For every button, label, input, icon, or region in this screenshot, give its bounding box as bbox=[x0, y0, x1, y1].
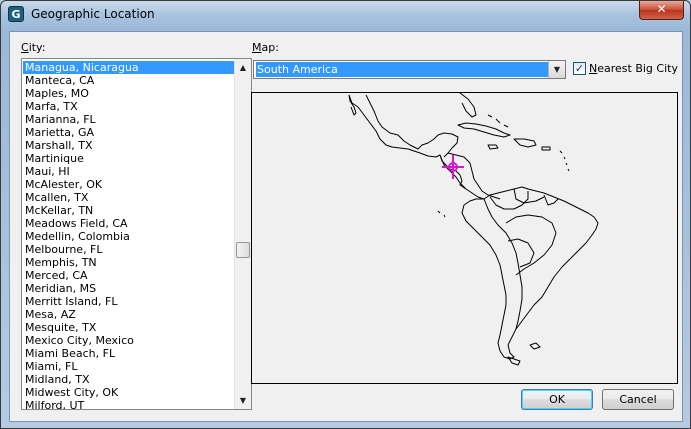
city-list-item[interactable]: Manteca, CA bbox=[23, 74, 235, 87]
lesser-antilles bbox=[559, 150, 570, 172]
city-list-item[interactable]: Midland, TX bbox=[23, 373, 235, 386]
nearest-big-city-label[interactable]: Nearest Big City bbox=[589, 62, 678, 75]
nearest-label-rest: earest Big City bbox=[597, 62, 678, 75]
puerto-rico-outline bbox=[541, 146, 551, 151]
dropdown-arrow-icon[interactable]: ▼ bbox=[548, 61, 565, 78]
city-list-item[interactable]: Meadows Field, CA bbox=[23, 217, 235, 230]
tierra-del-fuego bbox=[507, 356, 521, 366]
city-list-item[interactable]: Memphis, TN bbox=[23, 256, 235, 269]
city-list-item[interactable]: Marietta, GA bbox=[23, 126, 235, 139]
hispaniola-outline bbox=[513, 138, 537, 148]
city-list-item[interactable]: Miami, FL bbox=[23, 360, 235, 373]
nearest-label-accel: N bbox=[589, 62, 598, 75]
scroll-down-arrow-icon[interactable]: ▼ bbox=[235, 392, 251, 409]
galapagos-islands bbox=[437, 210, 446, 218]
city-label-accel: C bbox=[21, 41, 29, 54]
central-america-pacific bbox=[439, 154, 485, 200]
location-marker bbox=[442, 155, 464, 179]
cuba-outline bbox=[457, 122, 511, 138]
city-list-item[interactable]: Marfa, TX bbox=[23, 100, 235, 113]
mexico-gulf-coast bbox=[365, 94, 439, 150]
city-list-items: Managua, Nicaragua Manteca, CA Maples, MO M… bbox=[23, 61, 235, 409]
city-list-item[interactable]: Meridian, MS bbox=[23, 282, 235, 295]
nearest-big-city-checkbox[interactable]: ✓ bbox=[573, 62, 586, 75]
map-view[interactable] bbox=[251, 92, 678, 384]
city-list-item[interactable]: McAlester, OK bbox=[23, 178, 235, 191]
central-america-caribbean bbox=[447, 152, 501, 200]
city-list[interactable]: Managua, Nicaragua Manteca, CA Maples, MO M… bbox=[21, 58, 252, 410]
dialog-client: City: Managua, Nicaragua Manteca, CA Maple… bbox=[9, 31, 683, 422]
city-list-item[interactable]: Melbourne, FL bbox=[23, 243, 235, 256]
south-america-outline bbox=[461, 186, 599, 360]
brazil-border bbox=[505, 214, 557, 276]
city-list-item[interactable]: Miami Beach, FL bbox=[23, 347, 235, 360]
map-select[interactable]: South America ▼ bbox=[253, 60, 566, 79]
bahamas-outline bbox=[487, 114, 509, 128]
city-label: City: bbox=[21, 41, 45, 54]
map-canvas[interactable] bbox=[252, 93, 677, 383]
falklands-outline bbox=[529, 342, 541, 350]
city-list-scrollbar[interactable]: ▲ ▼ bbox=[234, 59, 251, 409]
window-title: Geographic Location bbox=[31, 7, 155, 21]
florida-outline bbox=[459, 93, 477, 118]
city-list-item[interactable]: Mesquite, TX bbox=[23, 321, 235, 334]
city-list-item[interactable]: Medellin, Colombia bbox=[23, 230, 235, 243]
city-list-item[interactable]: Mcallen, TX bbox=[23, 191, 235, 204]
title-bar: G Geographic Location ✕ bbox=[1, 1, 690, 29]
city-list-item[interactable]: Merced, CA bbox=[23, 269, 235, 282]
city-list-item[interactable]: Managua, Nicaragua bbox=[23, 61, 235, 74]
scroll-thumb[interactable] bbox=[236, 242, 250, 258]
close-button[interactable]: ✕ bbox=[639, 1, 684, 20]
mexico-coastline bbox=[348, 94, 467, 190]
city-list-item[interactable]: Maui, HI bbox=[23, 165, 235, 178]
city-list-item[interactable]: Maples, MO bbox=[23, 87, 235, 100]
venezuela-border bbox=[513, 188, 545, 204]
map-select-value: South America bbox=[256, 62, 549, 77]
city-list-item[interactable]: Mexico City, Mexico bbox=[23, 334, 235, 347]
dialog-window: G Geographic Location ✕ City: Managua, N… bbox=[0, 0, 691, 429]
app-icon: G bbox=[8, 6, 24, 22]
map-label-rest: ap: bbox=[261, 41, 279, 54]
city-list-item[interactable]: Midwest City, OK bbox=[23, 386, 235, 399]
map-label: Map: bbox=[252, 41, 279, 54]
city-list-item[interactable]: Merritt Island, FL bbox=[23, 295, 235, 308]
city-list-item[interactable]: Marshall, TX bbox=[23, 139, 235, 152]
city-list-item[interactable]: Marianna, FL bbox=[23, 113, 235, 126]
city-list-item[interactable]: Milford, UT bbox=[23, 399, 235, 409]
ok-button[interactable]: OK bbox=[521, 389, 593, 410]
city-label-rest: ity: bbox=[28, 41, 46, 54]
scroll-up-arrow-icon[interactable]: ▲ bbox=[235, 59, 251, 76]
jamaica-outline bbox=[487, 144, 499, 150]
guianas-border bbox=[543, 194, 559, 206]
city-list-item[interactable]: Martinique bbox=[23, 152, 235, 165]
map-label-accel: M bbox=[252, 41, 262, 54]
cancel-button[interactable]: Cancel bbox=[602, 389, 674, 410]
city-list-item[interactable]: Mesa, AZ bbox=[23, 308, 235, 321]
city-list-item[interactable]: McKellar, TN bbox=[23, 204, 235, 217]
